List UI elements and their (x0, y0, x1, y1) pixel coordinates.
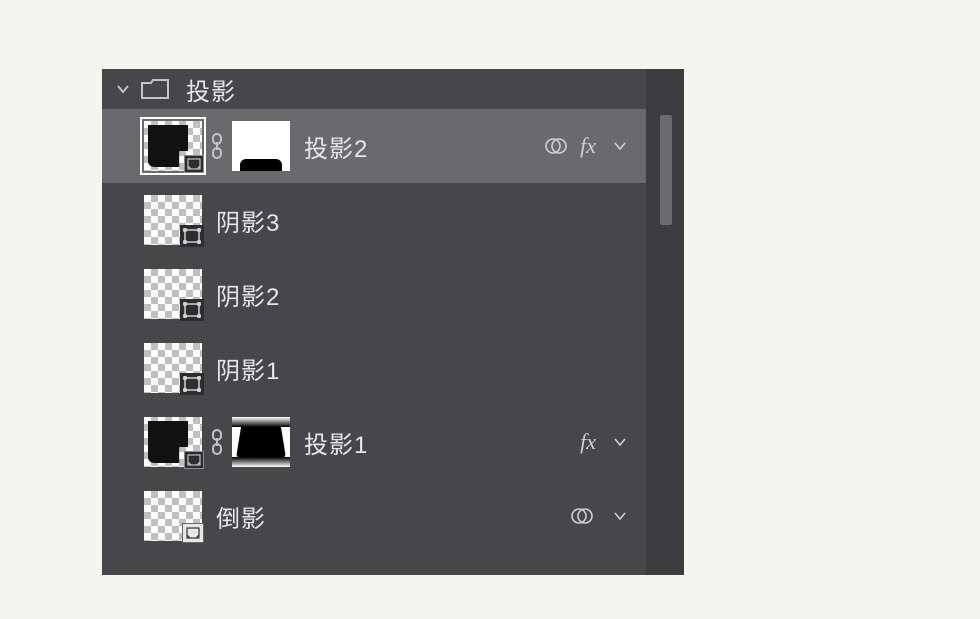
layer-thumbnail[interactable] (144, 343, 202, 393)
layer-thumbnail[interactable] (144, 195, 202, 245)
fx-icon[interactable]: fx (580, 429, 596, 455)
scrollbar-thumb[interactable] (660, 115, 672, 225)
smart-object-icon (184, 155, 204, 173)
layer-mask-thumbnail[interactable] (232, 121, 290, 171)
layer-row-proj1[interactable]: 投影1 fx (102, 405, 646, 479)
chevron-down-icon[interactable] (114, 80, 132, 98)
shape-layer-icon (180, 225, 204, 247)
layer-thumbnail[interactable] (144, 269, 202, 319)
smart-object-icon (182, 523, 204, 543)
layer-row-proj2[interactable]: 投影2 fx (102, 109, 646, 183)
layer-thumbnail[interactable] (144, 121, 202, 171)
layer-name[interactable]: 阴影3 (212, 203, 646, 238)
chevron-down-icon[interactable] (606, 502, 634, 530)
link-icon[interactable] (208, 427, 226, 457)
group-name[interactable]: 投影 (178, 72, 646, 107)
layer-group-header[interactable]: 投影 (102, 69, 646, 109)
layer-name[interactable]: 阴影2 (212, 277, 646, 312)
fx-icon[interactable]: fx (580, 133, 596, 159)
blend-options-icon[interactable] (542, 132, 570, 160)
layer-row-shadow1[interactable]: 阴影1 (102, 331, 646, 405)
link-icon[interactable] (208, 131, 226, 161)
layer-row-reflect[interactable]: 倒影 (102, 479, 646, 553)
layer-row-shadow3[interactable]: 阴影3 (102, 183, 646, 257)
shape-layer-icon (180, 299, 204, 321)
chevron-down-icon[interactable] (606, 428, 634, 456)
chevron-down-icon[interactable] (606, 132, 634, 160)
layer-thumbnail[interactable] (144, 417, 202, 467)
layer-row-shadow2[interactable]: 阴影2 (102, 257, 646, 331)
shape-layer-icon (180, 373, 204, 395)
layer-mask-thumbnail[interactable] (232, 417, 290, 467)
layer-thumbnail[interactable] (144, 491, 202, 541)
smart-object-icon (184, 451, 204, 469)
folder-icon (140, 78, 170, 100)
scrollbar[interactable] (646, 69, 684, 575)
layers-column: 投影 投影2 (102, 69, 646, 575)
layer-name[interactable]: 阴影1 (212, 351, 646, 386)
blend-options-icon[interactable] (568, 502, 596, 530)
layers-panel: 投影 投影2 (102, 69, 684, 575)
